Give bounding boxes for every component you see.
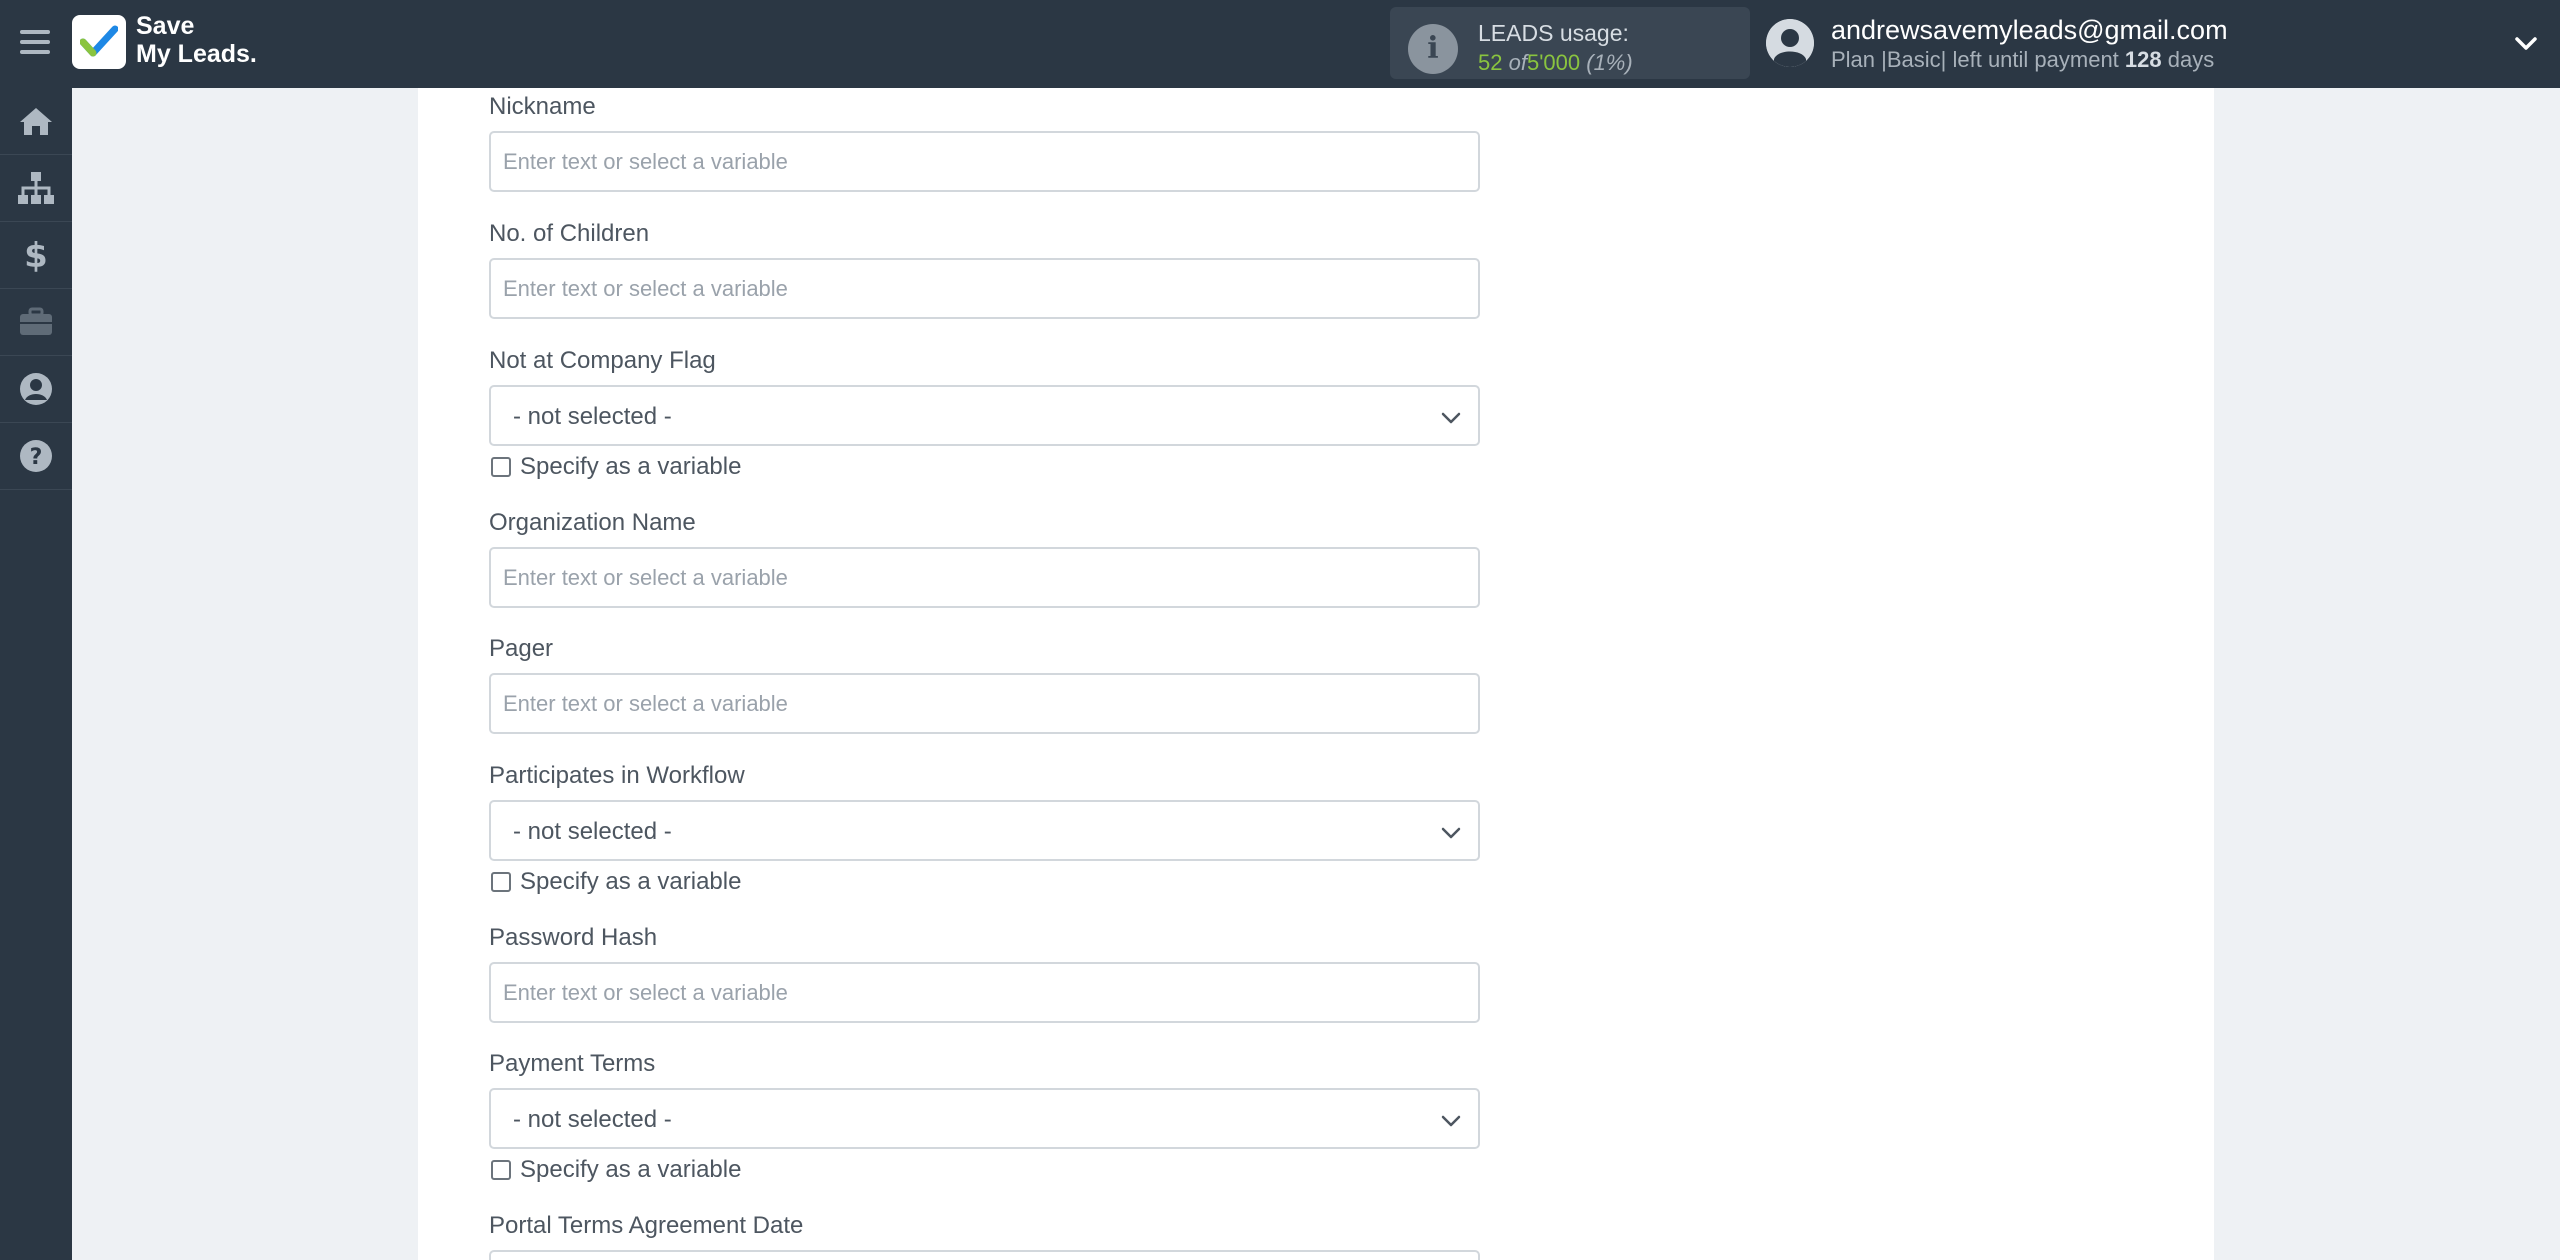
sitemap-icon — [18, 172, 54, 204]
usage-used: 52 — [1478, 50, 1503, 75]
not-at-company-flag-select[interactable]: - not selected - — [489, 385, 1480, 446]
leads-usage-panel: i LEADS usage: 52 of5'000 (1%) — [1390, 7, 1750, 79]
nickname-input[interactable] — [489, 131, 1480, 192]
usage-values: 52 of5'000 (1%) — [1478, 50, 1633, 76]
specify-variable-row[interactable]: Specify as a variable — [491, 1156, 741, 1184]
portal-terms-agreement-date-input[interactable] — [489, 1250, 1480, 1260]
logo[interactable] — [72, 15, 126, 69]
svg-text:?: ? — [30, 445, 43, 470]
user-avatar-icon[interactable] — [1766, 19, 1814, 67]
no-of-children-input[interactable] — [489, 258, 1480, 319]
label-password-hash: Password Hash — [489, 924, 658, 951]
logo-line2: My Leads. — [136, 40, 257, 68]
chevron-down-icon — [1441, 412, 1461, 424]
usage-percent: (1%) — [1586, 50, 1633, 75]
specify-variable-row[interactable]: Specify as a variable — [491, 453, 741, 481]
label-payment-terms: Payment Terms — [489, 1050, 656, 1077]
select-value: - not selected - — [513, 818, 672, 845]
label-participates-in-workflow: Participates in Workflow — [489, 762, 745, 789]
specify-variable-label[interactable]: Specify as a variable — [520, 1156, 741, 1184]
label-pager: Pager — [489, 635, 554, 662]
specify-variable-label[interactable]: Specify as a variable — [520, 453, 741, 481]
organization-name-input[interactable] — [489, 547, 1480, 608]
info-icon: i — [1408, 24, 1458, 74]
user-plan: Plan |Basic| left until payment 128 days — [1831, 47, 2214, 73]
sidebar-item-connections[interactable] — [0, 155, 72, 222]
svg-text:$: $ — [24, 237, 48, 273]
chevron-down-icon — [1441, 827, 1461, 839]
home-icon — [20, 108, 52, 135]
specify-variable-checkbox[interactable] — [491, 872, 511, 892]
password-hash-input[interactable] — [489, 962, 1480, 1023]
specify-variable-checkbox[interactable] — [491, 457, 511, 477]
participates-in-workflow-select[interactable]: - not selected - — [489, 800, 1480, 861]
label-organization-name: Organization Name — [489, 509, 696, 536]
usage-title: LEADS usage: — [1478, 20, 1629, 46]
user-email[interactable]: andrewsavemyleads@gmail.com — [1831, 15, 2228, 46]
user-circle-icon — [20, 373, 52, 405]
payment-terms-select[interactable]: - not selected - — [489, 1088, 1480, 1149]
sidebar-item-help[interactable]: ? — [0, 423, 72, 490]
sidebar-item-billing[interactable]: $ — [0, 222, 72, 289]
logo-text[interactable]: Save My Leads. — [136, 12, 257, 68]
plan-days: 128 — [2124, 47, 2162, 72]
select-value: - not selected - — [513, 403, 672, 430]
dollar-icon: $ — [24, 237, 48, 273]
label-no-of-children: No. of Children — [489, 220, 650, 247]
sidebar-item-profile[interactable] — [0, 356, 72, 423]
select-value: - not selected - — [513, 1106, 672, 1133]
usage-of: of — [1508, 50, 1527, 75]
briefcase-icon — [20, 307, 52, 335]
specify-variable-checkbox[interactable] — [491, 1160, 511, 1180]
label-portal-terms-agreement-date: Portal Terms Agreement Date — [489, 1212, 804, 1239]
sidebar-item-home[interactable] — [0, 88, 72, 155]
sidebar-item-tools[interactable] — [0, 289, 72, 356]
chevron-down-icon — [1441, 1115, 1461, 1127]
menu-toggle-icon[interactable] — [20, 27, 50, 57]
usage-total: 5'000 — [1526, 50, 1581, 75]
plan-text: Plan |Basic| left until payment — [1831, 47, 2119, 72]
sidebar: $ ? — [0, 88, 72, 1260]
specify-variable-row[interactable]: Specify as a variable — [491, 868, 741, 896]
label-nickname: Nickname — [489, 93, 596, 120]
top-bar: Save My Leads. i LEADS usage: 52 of5'000… — [0, 0, 2560, 88]
chevron-down-icon[interactable] — [2512, 30, 2540, 58]
plan-days-suffix: days — [2167, 47, 2215, 72]
specify-variable-label[interactable]: Specify as a variable — [520, 868, 741, 896]
pager-input[interactable] — [489, 673, 1480, 734]
label-not-at-company-flag: Not at Company Flag — [489, 347, 716, 374]
logo-line1: Save — [136, 12, 195, 40]
question-circle-icon: ? — [20, 440, 52, 472]
